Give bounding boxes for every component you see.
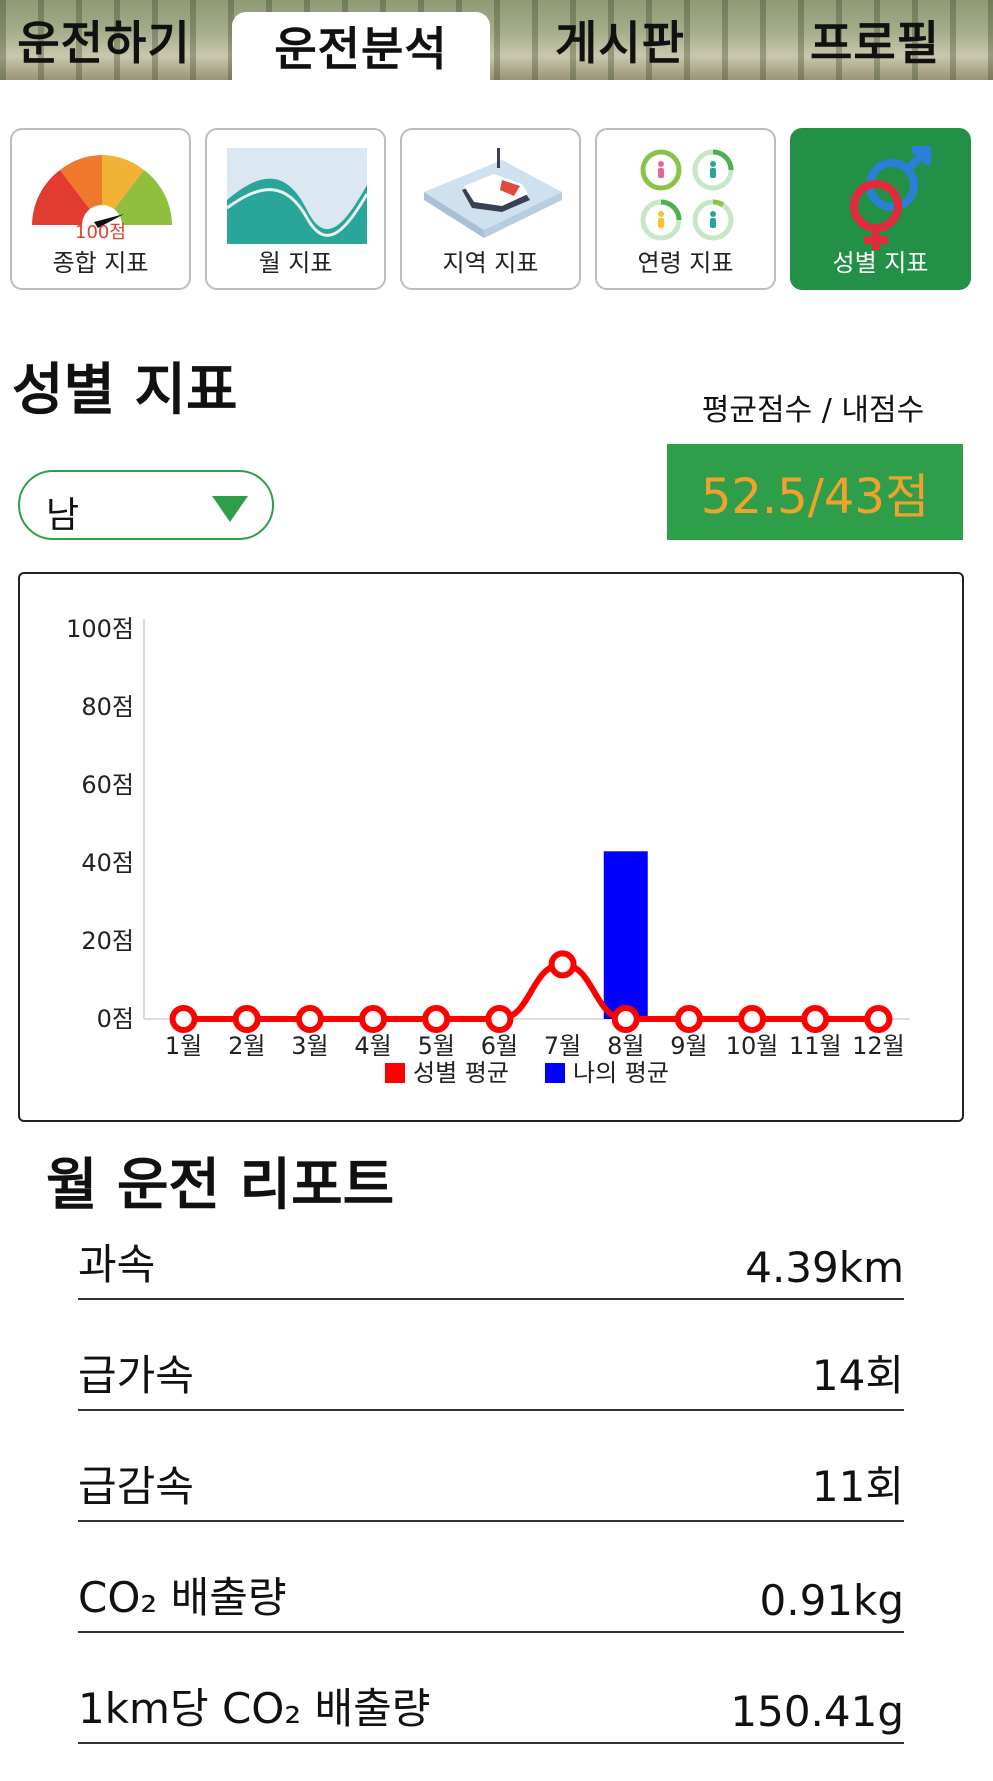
category-label: 지역 지표: [442, 249, 539, 277]
point-gender-average: [485, 1005, 514, 1033]
gender-dropdown[interactable]: 남: [18, 470, 274, 540]
y-tick-label: 0점: [97, 1005, 134, 1033]
x-tick-label: 4월: [354, 1032, 391, 1060]
x-tick-label: 10월: [726, 1032, 779, 1060]
tab-board[interactable]: 게시판: [510, 0, 730, 80]
point-gender-average: [359, 1005, 388, 1033]
report-label: 1km당 CO₂ 배출량: [78, 1684, 431, 1733]
report-row-rapid-decel: 급감속 11회: [78, 1462, 904, 1522]
x-tick-label: 9월: [670, 1032, 707, 1060]
report-row-rapid-accel: 급가속 14회: [78, 1351, 904, 1411]
category-card-gender[interactable]: 성별 지표: [790, 128, 971, 290]
report-label: 급감속: [78, 1462, 194, 1511]
point-gender-average: [232, 1005, 261, 1033]
category-card-age[interactable]: 연령 지표: [595, 128, 776, 290]
line-gender-average: [183, 961, 879, 1022]
legend-label: 나의 평균: [573, 1059, 669, 1087]
x-tick-label: 1월: [165, 1032, 202, 1060]
category-label: 종합 지표: [52, 249, 149, 277]
report-row-co2: CO₂ 배출량 0.91kg: [78, 1573, 904, 1633]
gender-dropdown-value: 남: [46, 495, 80, 536]
legend-swatch-gender-average: [385, 1063, 405, 1083]
score-value-box: 52.5/43점: [667, 444, 963, 540]
report-value: 150.41g: [730, 1687, 904, 1736]
score-caption: 평균점수 / 내점수: [701, 393, 925, 428]
y-tick-label: 20점: [81, 927, 134, 955]
top-tab-bar: 운전하기 운전분석 게시판 프로필: [0, 0, 993, 80]
point-gender-average: [295, 1005, 324, 1033]
category-card-overall[interactable]: 100점 종합 지표: [10, 128, 191, 290]
point-gender-average: [801, 1005, 830, 1033]
tab-profile[interactable]: 프로필: [760, 0, 990, 80]
x-tick-label: 5월: [418, 1032, 455, 1060]
report-value: 4.39km: [745, 1243, 904, 1292]
x-tick-label: 8월: [607, 1032, 644, 1060]
category-label: 월 지표: [258, 249, 333, 277]
bar-my-average: [603, 851, 648, 1019]
legend-label: 성별 평균: [413, 1059, 509, 1087]
x-tick-label: 7월: [544, 1032, 581, 1060]
point-gender-average: [611, 1005, 640, 1033]
point-gender-average: [864, 1005, 893, 1033]
y-tick-label: 80점: [81, 693, 134, 721]
x-tick-label: 12월: [852, 1032, 905, 1060]
report-label: 급가속: [78, 1351, 194, 1400]
point-gender-average: [169, 1005, 198, 1033]
report-row-speeding: 과속 4.39km: [78, 1240, 904, 1300]
x-tick-label: 3월: [291, 1032, 328, 1060]
point-gender-average: [674, 1005, 703, 1033]
category-label: 성별 지표: [832, 249, 929, 277]
category-card-region[interactable]: 지역 지표: [400, 128, 581, 290]
point-gender-average: [422, 1005, 451, 1033]
x-tick-label: 6월: [481, 1032, 518, 1060]
report-row-co2-per-km: 1km당 CO₂ 배출량 150.41g: [78, 1684, 904, 1744]
section-title: 성별 지표: [12, 358, 238, 423]
y-tick-label: 100점: [66, 615, 134, 643]
report-value: 14회: [811, 1351, 904, 1400]
score-value: 52.5/43점: [700, 469, 930, 525]
gender-score-chart: 0점 20점 40점 60점 80점 100점 1월 2월 3월 4월 5월 6월 7월 8월 9월 10월 1…: [18, 572, 964, 1122]
tab-analysis[interactable]: 운전분석: [232, 12, 490, 80]
category-card-monthly[interactable]: 월 지표: [205, 128, 386, 290]
category-label: 연령 지표: [637, 249, 734, 277]
report-value: 0.91kg: [759, 1576, 905, 1625]
chart-canvas: 0점 20점 40점 60점 80점 100점 1월 2월 3월 4월 5월 6월 7월 8월 9월 10월 1…: [66, 615, 910, 1087]
category-cards: 100점 종합 지표 월 지표 지역 지표 연령 지표 성별 지표: [10, 128, 983, 290]
y-tick-label: 60점: [81, 771, 134, 799]
report-label: 과속: [78, 1240, 156, 1289]
y-tick-label: 40점: [81, 849, 134, 877]
point-gender-average: [738, 1005, 767, 1033]
report-label: CO₂ 배출량: [78, 1573, 287, 1622]
point-gender-average: [548, 950, 577, 979]
gauge-score-text: 100점: [75, 222, 126, 243]
x-tick-label: 2월: [228, 1032, 265, 1060]
report-title: 월 운전 리포트: [46, 1153, 395, 1218]
x-tick-label: 11월: [789, 1032, 842, 1060]
legend-swatch-my-average: [545, 1063, 565, 1083]
tab-drive[interactable]: 운전하기: [0, 0, 208, 80]
chevron-down-icon: [212, 496, 248, 522]
report-value: 11회: [811, 1462, 904, 1511]
